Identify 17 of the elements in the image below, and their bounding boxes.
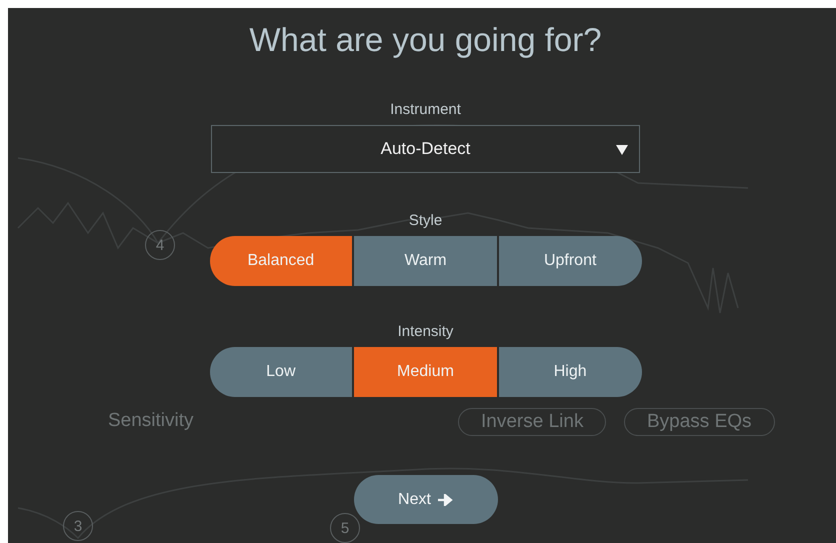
segment-button[interactable]: Balanced (210, 236, 352, 286)
section-label: Intensity (398, 323, 454, 340)
curve-node: 3 (63, 511, 93, 541)
curve-node: 4 (145, 230, 175, 260)
arrow-icon (436, 494, 453, 506)
background-label: Sensitivity (108, 409, 194, 433)
instrument-dropdown[interactable]: Auto-Detect (211, 125, 640, 173)
next-button[interactable]: Next (354, 475, 498, 524)
segment-button[interactable]: Medium (352, 347, 497, 397)
field-label: Instrument (390, 101, 461, 118)
segment-button[interactable]: Low (210, 347, 352, 397)
section-label: Style (408, 212, 442, 229)
segment-button[interactable]: Upfront (496, 236, 642, 286)
caret-icon (616, 145, 628, 155)
segment-button[interactable]: High (496, 347, 642, 397)
dialog-title: What are you going for? (249, 21, 602, 59)
segment-button[interactable]: Warm (352, 236, 497, 286)
